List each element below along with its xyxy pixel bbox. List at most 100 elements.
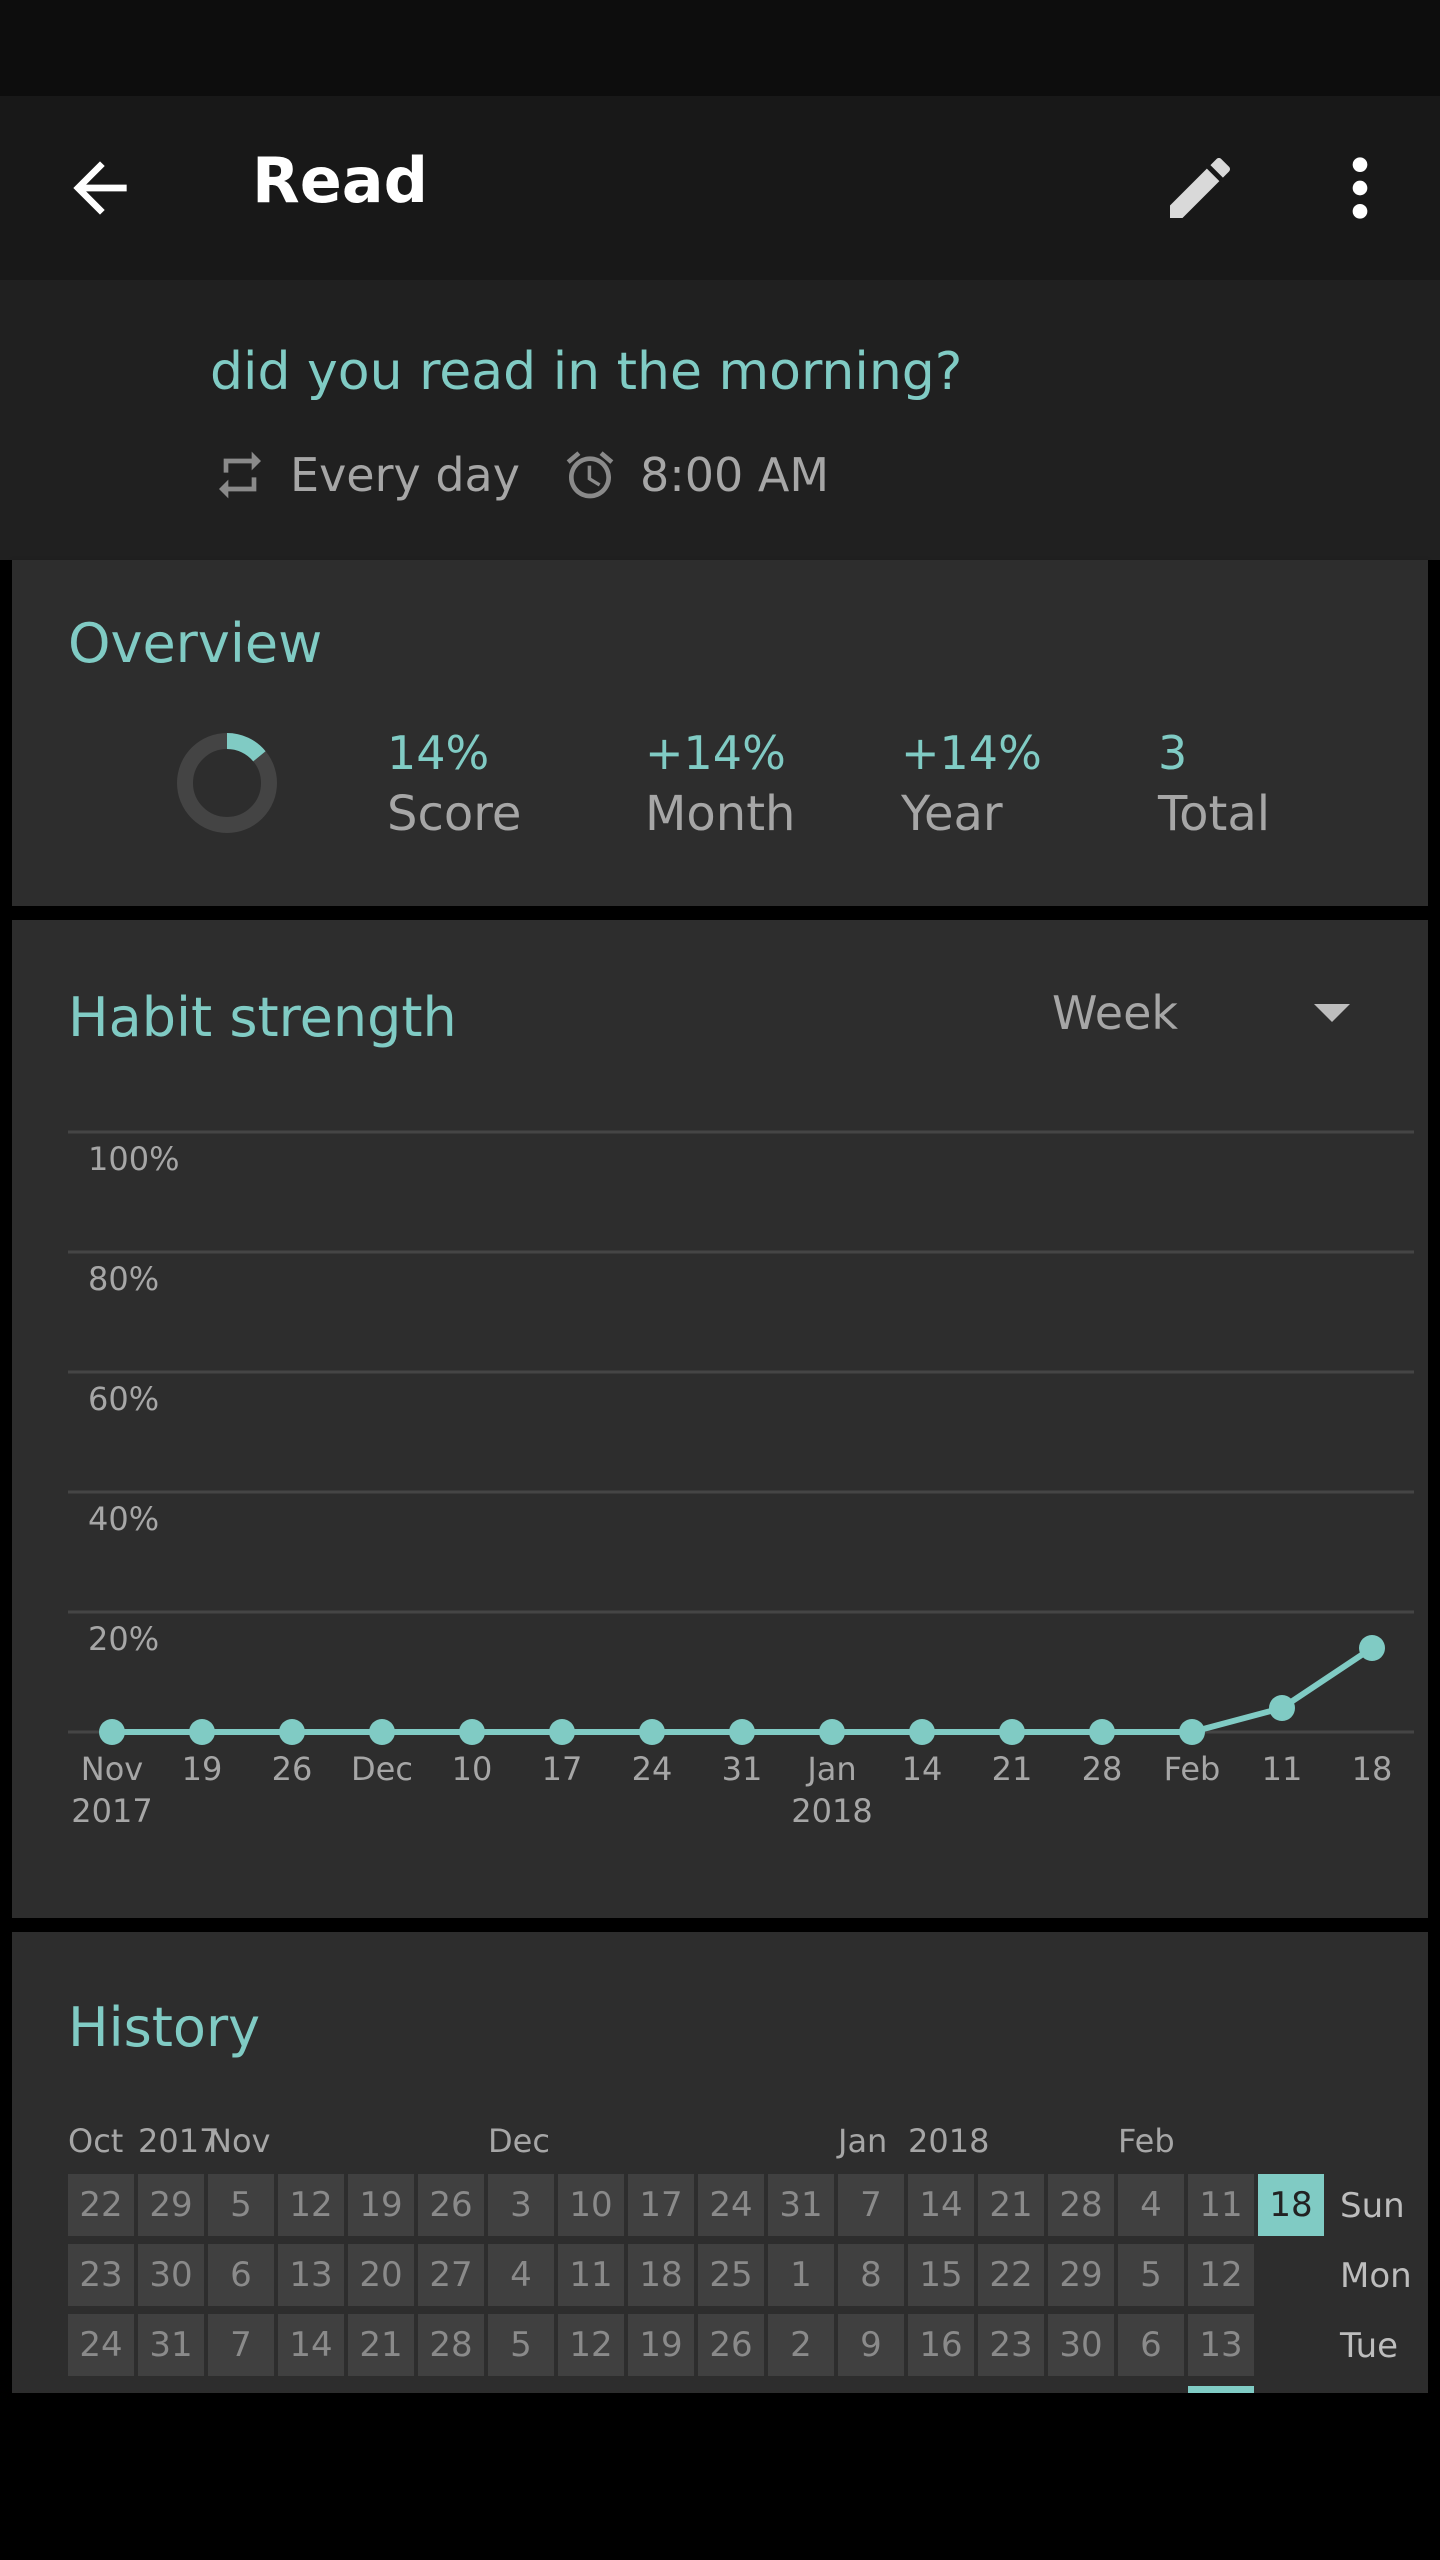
x-tick-label: 18 xyxy=(1352,1750,1393,1788)
history-day[interactable]: 1 xyxy=(768,2244,834,2306)
x-tick-label: 11 xyxy=(1262,1750,1303,1788)
period-value: Week xyxy=(1052,986,1179,1040)
x-tick-label: Feb xyxy=(1164,1750,1221,1788)
stat-month: +14% Month xyxy=(645,725,795,847)
history-day[interactable]: 14 xyxy=(908,2174,974,2236)
history-day[interactable]: 12 xyxy=(1188,2244,1254,2306)
history-day[interactable]: 17 xyxy=(628,2174,694,2236)
x-tick-label: 17 xyxy=(542,1750,583,1788)
history-day[interactable]: 12 xyxy=(278,2174,344,2236)
history-day[interactable]: 26 xyxy=(698,2314,764,2376)
data-point xyxy=(909,1719,935,1745)
history-day[interactable]: 24 xyxy=(68,2314,134,2376)
status-bar xyxy=(0,0,1440,96)
history-day[interactable]: 4 xyxy=(1118,2174,1184,2236)
history-day[interactable]: 13 xyxy=(278,2244,344,2306)
more-vert-icon[interactable] xyxy=(1330,148,1390,228)
data-point xyxy=(639,1719,665,1745)
data-point xyxy=(549,1719,575,1745)
stat-label: Total xyxy=(1158,786,1271,842)
x-tick-label: 21 xyxy=(992,1750,1033,1788)
history-day[interactable]: 21 xyxy=(348,2314,414,2376)
history-day[interactable]: 28 xyxy=(1048,2174,1114,2236)
navigation-bar xyxy=(0,2393,1440,2560)
repeat-icon xyxy=(219,451,261,499)
pencil-icon[interactable] xyxy=(1160,148,1240,228)
history-day[interactable]: 31 xyxy=(768,2174,834,2236)
history-day[interactable]: 16 xyxy=(908,2314,974,2376)
history-day[interactable]: 11 xyxy=(558,2244,624,2306)
history-day[interactable]: 8 xyxy=(838,2244,904,2306)
history-day[interactable]: 6 xyxy=(208,2244,274,2306)
history-day[interactable]: 14 xyxy=(278,2314,344,2376)
history-day[interactable]: 26 xyxy=(418,2174,484,2236)
arrow-back-icon[interactable] xyxy=(60,148,140,228)
history-day[interactable]: 27 xyxy=(418,2244,484,2306)
history-day[interactable]: 31 xyxy=(138,2314,204,2376)
history-day[interactable]: 25 xyxy=(698,2244,764,2306)
history-day[interactable]: 29 xyxy=(138,2174,204,2236)
y-tick-label: 80% xyxy=(88,1260,159,1298)
history-day[interactable]: 6 xyxy=(1118,2314,1184,2376)
history-day[interactable]: 13 xyxy=(1188,2314,1254,2376)
score-ring xyxy=(177,733,277,833)
stat-year: +14% Year xyxy=(901,725,1042,847)
history-day-today[interactable]: 18 xyxy=(1258,2174,1324,2236)
x-tick-label: Nov xyxy=(81,1750,143,1788)
history-day[interactable]: 24 xyxy=(698,2174,764,2236)
history-day[interactable]: 11 xyxy=(1188,2174,1254,2236)
history-day[interactable]: 19 xyxy=(348,2174,414,2236)
stat-label: Score xyxy=(387,786,522,842)
x-tick-year-label: 2018 xyxy=(791,1792,872,1830)
habit-strength-chart: 100% 80% 60% 40% 20% Nov 2017 19 26 Dec 10 17 24 31 Ja… xyxy=(68,1130,1414,1830)
stat-value: 14% xyxy=(387,726,490,780)
stat-score: 14% Score xyxy=(387,725,521,847)
history-day[interactable]: 23 xyxy=(68,2244,134,2306)
history-day[interactable]: 4 xyxy=(488,2244,554,2306)
history-day[interactable]: 21 xyxy=(978,2174,1044,2236)
history-day[interactable]: 2 xyxy=(768,2314,834,2376)
dropdown-arrow-icon xyxy=(1314,1004,1350,1022)
history-day[interactable]: 30 xyxy=(138,2244,204,2306)
weekday-label: Mon xyxy=(1340,2256,1412,2296)
stat-label: Year xyxy=(901,786,1003,842)
x-tick-year-label: 2017 xyxy=(71,1792,152,1830)
x-tick-label: Dec xyxy=(351,1750,413,1788)
x-tick-label: 26 xyxy=(272,1750,313,1788)
history-day[interactable]: 20 xyxy=(348,2244,414,2306)
history-day[interactable]: 5 xyxy=(1118,2244,1184,2306)
history-day[interactable]: 7 xyxy=(208,2314,274,2376)
period-dropdown[interactable]: Week xyxy=(1052,982,1362,1052)
history-day[interactable]: 30 xyxy=(1048,2314,1114,2376)
stat-value: +14% xyxy=(901,726,1042,780)
data-point xyxy=(819,1719,845,1745)
history-day[interactable]: 15 xyxy=(908,2244,974,2306)
history-day[interactable]: 23 xyxy=(978,2314,1044,2376)
history-day[interactable]: 3 xyxy=(488,2174,554,2236)
stat-total: 3 Total xyxy=(1158,725,1270,847)
month-label: Jan xyxy=(838,2122,888,2160)
history-day[interactable]: 22 xyxy=(68,2174,134,2236)
history-day[interactable]: 18 xyxy=(628,2244,694,2306)
history-day[interactable]: 10 xyxy=(558,2174,624,2236)
app-bar: Read xyxy=(0,96,1440,280)
reminder-time: 8:00 AM xyxy=(639,448,830,502)
history-day[interactable]: 29 xyxy=(1048,2244,1114,2306)
weekday-label: Tue xyxy=(1340,2326,1399,2366)
history-day[interactable]: 28 xyxy=(418,2314,484,2376)
history-day[interactable]: 5 xyxy=(488,2314,554,2376)
stat-label: Month xyxy=(645,786,796,842)
data-point xyxy=(99,1719,125,1745)
data-point xyxy=(999,1719,1025,1745)
habit-header xyxy=(0,280,1440,560)
data-point xyxy=(369,1719,395,1745)
habit-strength-title: Habit strength xyxy=(68,986,457,1049)
history-day[interactable]: 12 xyxy=(558,2314,624,2376)
history-day[interactable]: 7 xyxy=(838,2174,904,2236)
history-day[interactable]: 22 xyxy=(978,2244,1044,2306)
habit-question: did you read in the morning? xyxy=(210,342,963,402)
month-label: Feb xyxy=(1118,2122,1175,2160)
history-day[interactable]: 19 xyxy=(628,2314,694,2376)
history-day[interactable]: 5 xyxy=(208,2174,274,2236)
history-day[interactable]: 9 xyxy=(838,2314,904,2376)
